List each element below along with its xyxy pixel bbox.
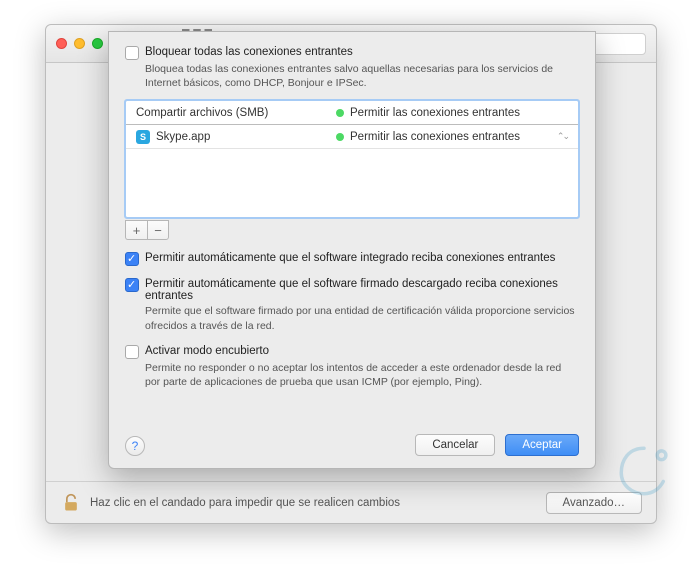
auto-builtin-checkbox[interactable] xyxy=(125,252,139,266)
list-item[interactable]: Compartir archivos (SMB) Permitir las co… xyxy=(126,101,578,125)
app-name: Skype.app xyxy=(156,131,336,143)
preferences-window: ‹ › Seguridad y privacidad Buscar Haz cl… xyxy=(45,24,657,524)
advanced-button[interactable]: Avanzado… xyxy=(546,492,642,514)
stealth-checkbox[interactable] xyxy=(125,345,139,359)
app-name: Compartir archivos (SMB) xyxy=(136,107,336,119)
apps-list[interactable]: Compartir archivos (SMB) Permitir las co… xyxy=(125,100,579,218)
auto-signed-row: Permitir automáticamente que el software… xyxy=(125,278,579,302)
auto-signed-desc: Permite que el software firmado por una … xyxy=(145,304,579,332)
status-dot-icon xyxy=(336,109,344,117)
list-item[interactable]: S Skype.app Permitir las conexiones entr… xyxy=(126,125,578,149)
dropdown-indicator-icon[interactable]: ⌃⌄ xyxy=(557,131,568,142)
stealth-label: Activar modo encubierto xyxy=(145,345,269,357)
cancel-button[interactable]: Cancelar xyxy=(415,434,495,456)
zoom-window-button[interactable] xyxy=(92,38,103,49)
lock-text: Haz clic en el candado para impedir que … xyxy=(90,497,400,509)
lock-bar: Haz clic en el candado para impedir que … xyxy=(46,481,656,523)
auto-builtin-row: Permitir automáticamente que el software… xyxy=(125,252,579,266)
close-window-button[interactable] xyxy=(56,38,67,49)
stealth-desc: Permite no responder o no aceptar los in… xyxy=(145,361,579,389)
ok-button[interactable]: Aceptar xyxy=(505,434,579,456)
add-app-button[interactable]: + xyxy=(125,220,147,240)
add-remove-segment: + − xyxy=(125,220,579,240)
status-dot-icon xyxy=(336,133,344,141)
firewall-options-sheet: Bloquear todas las conexiones entrantes … xyxy=(108,31,596,469)
stealth-row: Activar modo encubierto xyxy=(125,345,579,359)
block-all-desc: Bloquea todas las conexiones entrantes s… xyxy=(145,62,579,90)
block-all-label: Bloquear todas las conexiones entrantes xyxy=(145,46,353,58)
unlock-icon[interactable] xyxy=(60,492,82,514)
app-status: Permitir las conexiones entrantes xyxy=(350,107,568,119)
remove-app-button[interactable]: − xyxy=(147,220,169,240)
sheet-footer-buttons: Cancelar Aceptar xyxy=(415,434,579,456)
skype-icon: S xyxy=(136,130,150,144)
auto-builtin-label: Permitir automáticamente que el software… xyxy=(145,252,555,264)
auto-signed-checkbox[interactable] xyxy=(125,278,139,292)
block-all-checkbox[interactable] xyxy=(125,46,139,60)
window-traffic-lights xyxy=(56,38,103,49)
app-status: Permitir las conexiones entrantes xyxy=(350,131,557,143)
auto-signed-label: Permitir automáticamente que el software… xyxy=(145,278,579,302)
block-all-row: Bloquear todas las conexiones entrantes xyxy=(125,46,579,60)
minimize-window-button[interactable] xyxy=(74,38,85,49)
help-button[interactable]: ? xyxy=(125,436,145,456)
